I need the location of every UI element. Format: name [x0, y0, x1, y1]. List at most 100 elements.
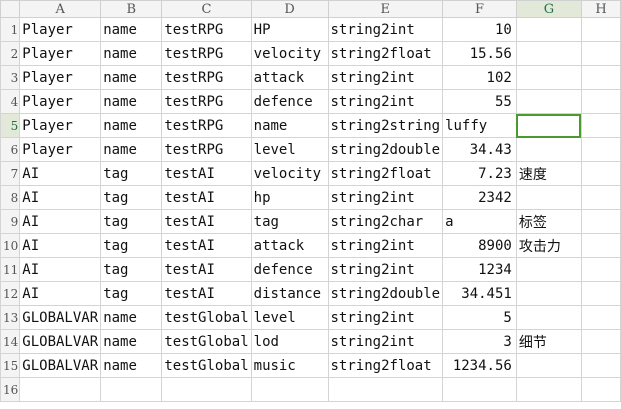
cell-h9[interactable]	[580, 209, 621, 234]
cell-c2[interactable]: testRPG	[161, 41, 252, 66]
row-header-4[interactable]: 4	[0, 89, 21, 114]
cell-f11[interactable]: 1234	[442, 257, 517, 282]
cell-g1[interactable]	[515, 17, 582, 42]
spreadsheet[interactable]: ABCDEFGH 1 Player name testRPG HP string2int 1…	[0, 0, 621, 409]
cell-b10[interactable]: tag	[100, 233, 163, 258]
cell-h12[interactable]	[580, 281, 621, 306]
cell-f8[interactable]: 2342	[442, 185, 517, 210]
cell-h1[interactable]	[580, 17, 621, 42]
row-header-14[interactable]: 14	[0, 329, 21, 354]
cell-a10[interactable]: AI	[19, 233, 102, 258]
cell-b4[interactable]: name	[100, 89, 163, 114]
cell-h6[interactable]	[580, 137, 621, 162]
cell-b1[interactable]: name	[100, 17, 163, 42]
cell-e8[interactable]: string2int	[327, 185, 444, 210]
cell-h8[interactable]	[580, 185, 621, 210]
cell-e5[interactable]: string2string	[327, 113, 444, 138]
cell-d13[interactable]: level	[250, 305, 329, 330]
cell-c13[interactable]: testGlobal	[161, 305, 252, 330]
cell-d9[interactable]: tag	[250, 209, 329, 234]
cell-h14[interactable]	[580, 329, 621, 354]
cell-d1[interactable]: HP	[250, 17, 329, 42]
cell-d2[interactable]: velocity	[250, 41, 329, 66]
cell-b2[interactable]: name	[100, 41, 163, 66]
row-header-16[interactable]: 16	[0, 377, 21, 402]
row-header-11[interactable]: 11	[0, 257, 21, 282]
select-all-corner[interactable]	[0, 0, 21, 18]
cell-h10[interactable]	[580, 233, 621, 258]
cell-c6[interactable]: testRPG	[161, 137, 252, 162]
cell-g7[interactable]: 速度	[515, 161, 582, 186]
cell-h5[interactable]	[580, 113, 621, 138]
column-header-a[interactable]: A	[19, 0, 102, 18]
cell-g10[interactable]: 攻击力	[515, 233, 582, 258]
cell-a13[interactable]: GLOBALVAR	[19, 305, 102, 330]
cell-f12[interactable]: 34.451	[442, 281, 517, 306]
cell-d15[interactable]: music	[250, 353, 329, 378]
cell-e4[interactable]: string2int	[327, 89, 444, 114]
cell-e6[interactable]: string2double	[327, 137, 444, 162]
cell-b9[interactable]: tag	[100, 209, 163, 234]
cell-c9[interactable]: testAI	[161, 209, 252, 234]
cell-g5[interactable]	[515, 113, 582, 138]
cell-d8[interactable]: hp	[250, 185, 329, 210]
cell-h15[interactable]	[580, 353, 621, 378]
cell-c4[interactable]: testRPG	[161, 89, 252, 114]
cell-b3[interactable]: name	[100, 65, 163, 90]
cell-b14[interactable]: name	[100, 329, 163, 354]
cell-f13[interactable]: 5	[442, 305, 517, 330]
cell-b13[interactable]: name	[100, 305, 163, 330]
cell-c14[interactable]: testGlobal	[161, 329, 252, 354]
cell-e14[interactable]: string2int	[327, 329, 444, 354]
cell-a15[interactable]: GLOBALVAR	[19, 353, 102, 378]
cell-e10[interactable]: string2int	[327, 233, 444, 258]
cell-f14[interactable]: 3	[442, 329, 517, 354]
cell-f6[interactable]: 34.43	[442, 137, 517, 162]
row-header-3[interactable]: 3	[0, 65, 21, 90]
cell-c7[interactable]: testAI	[161, 161, 252, 186]
cell-b15[interactable]: name	[100, 353, 163, 378]
cell-f2[interactable]: 15.56	[442, 41, 517, 66]
row-header-8[interactable]: 8	[0, 185, 21, 210]
cell-grid[interactable]: ABCDEFGH 1 Player name testRPG HP string2int 1…	[0, 0, 621, 402]
column-header-b[interactable]: B	[100, 0, 163, 18]
cell-d10[interactable]: attack	[250, 233, 329, 258]
cell-e16[interactable]	[327, 377, 444, 402]
cell-c5[interactable]: testRPG	[161, 113, 252, 138]
row-header-5[interactable]: 5	[0, 113, 21, 138]
cell-c16[interactable]	[161, 377, 252, 402]
row-header-9[interactable]: 9	[0, 209, 21, 234]
cell-c8[interactable]: testAI	[161, 185, 252, 210]
cell-c12[interactable]: testAI	[161, 281, 252, 306]
cell-g2[interactable]	[515, 41, 582, 66]
cell-c11[interactable]: testAI	[161, 257, 252, 282]
cell-e7[interactable]: string2float	[327, 161, 444, 186]
cell-f7[interactable]: 7.23	[442, 161, 517, 186]
cell-g8[interactable]	[515, 185, 582, 210]
cell-d11[interactable]: defence	[250, 257, 329, 282]
column-header-e[interactable]: E	[327, 0, 444, 18]
cell-h16[interactable]	[580, 377, 621, 402]
cell-f5[interactable]: luffy	[442, 113, 517, 138]
cell-a4[interactable]: Player	[19, 89, 102, 114]
cell-a11[interactable]: AI	[19, 257, 102, 282]
cell-d12[interactable]: distance	[250, 281, 329, 306]
cell-d3[interactable]: attack	[250, 65, 329, 90]
cell-g4[interactable]	[515, 89, 582, 114]
row-header-13[interactable]: 13	[0, 305, 21, 330]
cell-h4[interactable]	[580, 89, 621, 114]
cell-f10[interactable]: 8900	[442, 233, 517, 258]
column-header-h[interactable]: H	[580, 0, 621, 18]
cell-f3[interactable]: 102	[442, 65, 517, 90]
cell-d6[interactable]: level	[250, 137, 329, 162]
row-header-12[interactable]: 12	[0, 281, 21, 306]
cell-e1[interactable]: string2int	[327, 17, 444, 42]
cell-d5[interactable]: name	[250, 113, 329, 138]
cell-f4[interactable]: 55	[442, 89, 517, 114]
cell-h2[interactable]	[580, 41, 621, 66]
cell-a3[interactable]: Player	[19, 65, 102, 90]
cell-b6[interactable]: name	[100, 137, 163, 162]
row-header-2[interactable]: 2	[0, 41, 21, 66]
cell-c15[interactable]: testGlobal	[161, 353, 252, 378]
cell-a14[interactable]: GLOBALVAR	[19, 329, 102, 354]
